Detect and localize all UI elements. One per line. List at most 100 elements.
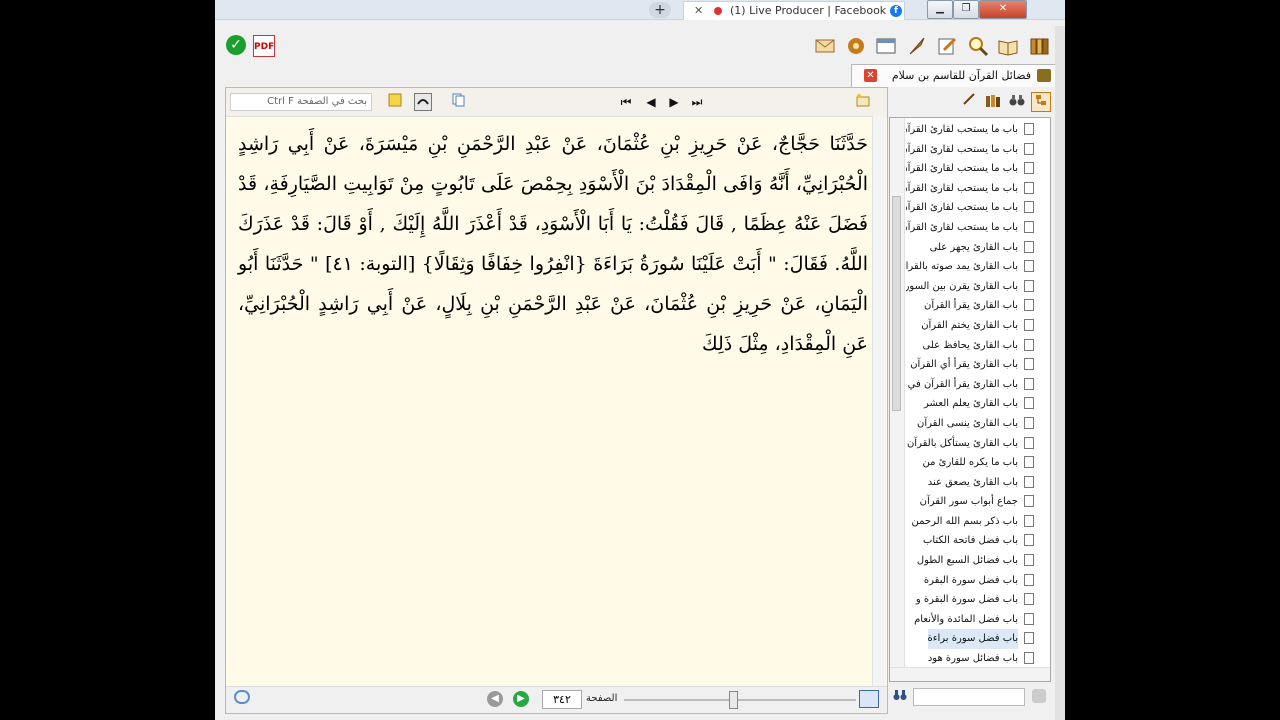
chapter-tree-item[interactable]: باب القارئ يقرأ أي القرآن bbox=[906, 355, 1036, 375]
document-icon bbox=[1024, 397, 1034, 410]
chapter-tree-item[interactable]: باب فضل سورة البقرة و bbox=[906, 590, 1036, 610]
quill-pen-icon[interactable] bbox=[905, 35, 929, 57]
edit-note-icon[interactable] bbox=[935, 35, 959, 57]
book-text: حَدَّثَنَا حَجَّاجٌ، عَنْ حَرِيزِ بْنِ ع… bbox=[238, 133, 868, 355]
chapter-tree-item[interactable]: باب فضائل السبع الطول bbox=[906, 551, 1036, 571]
first-page-icon[interactable]: ⏮ bbox=[618, 94, 634, 110]
chapter-label: باب ما يستحب لقارئ القرآن bbox=[906, 163, 1018, 175]
find-binoculars-icon[interactable] bbox=[891, 688, 909, 706]
document-icon bbox=[1024, 456, 1034, 469]
sidebar-search-input[interactable] bbox=[913, 688, 1025, 706]
tab-close-icon[interactable]: ✕ bbox=[694, 4, 703, 17]
chapter-tree-item[interactable]: باب ما يستحب لقارئ القرآن bbox=[906, 179, 1036, 199]
chapter-tree-item[interactable]: باب ما يستحب لقارئ القرآن bbox=[906, 159, 1036, 179]
book-tab[interactable]: ✕ فضائل القرآن للقاسم بن سلام bbox=[851, 64, 1058, 87]
chapter-tree: باب ما يستحب لقارئ القرآن باب ما يستحب لق… bbox=[889, 117, 1051, 682]
document-icon bbox=[1024, 593, 1034, 606]
chapter-tree-item[interactable]: جماع أبواب سور القرآن bbox=[906, 492, 1036, 512]
pen-icon[interactable] bbox=[959, 92, 979, 112]
chapter-tree-item[interactable]: باب القارئ ينسى القرآن bbox=[906, 414, 1036, 434]
chapter-tree-item[interactable]: باب القارئ يقرن بين السور bbox=[906, 277, 1036, 297]
reader-scrollbar[interactable] bbox=[872, 116, 886, 688]
window-layout-icon[interactable] bbox=[874, 35, 898, 57]
magnifier-icon[interactable] bbox=[966, 35, 990, 57]
chapter-tree-item[interactable]: باب فضائل سورة هود bbox=[906, 649, 1036, 669]
binoculars-icon[interactable] bbox=[1007, 92, 1027, 112]
page-back-icon[interactable]: ◀ bbox=[487, 691, 503, 707]
page-slider-thumb[interactable] bbox=[729, 691, 739, 709]
chapter-list: باب ما يستحب لقارئ القرآن باب ما يستحب لق… bbox=[906, 120, 1036, 669]
book-icon bbox=[1037, 69, 1051, 82]
copy-icon[interactable] bbox=[450, 93, 468, 111]
chapter-tree-item[interactable]: باب فضل سورة البقرة bbox=[906, 571, 1036, 591]
document-icon bbox=[1024, 240, 1034, 253]
clear-search-button[interactable] bbox=[1032, 689, 1046, 703]
chapter-label: باب القارئ يصعق عند bbox=[927, 476, 1018, 488]
new-tab-button[interactable]: + bbox=[649, 2, 671, 18]
settings-gear-icon[interactable] bbox=[844, 35, 868, 57]
chapter-tree-item[interactable]: باب القارئ يختم القرآن bbox=[906, 316, 1036, 336]
chapter-tree-item[interactable]: باب القارئ يعلم العشر bbox=[906, 394, 1036, 414]
comment-icon[interactable] bbox=[234, 690, 250, 704]
document-icon bbox=[1024, 220, 1034, 233]
chapter-tree-item[interactable]: باب القارئ يجهر على bbox=[906, 238, 1036, 258]
tree-view-icon[interactable] bbox=[1031, 92, 1051, 112]
view-mode-button[interactable] bbox=[859, 690, 879, 708]
tree-scrollbar-thumb[interactable] bbox=[892, 196, 901, 411]
highlight-note-icon[interactable] bbox=[386, 93, 404, 111]
chapter-tree-item[interactable]: باب القارئ يقرأ القرآن bbox=[906, 296, 1036, 316]
tree-horizontal-scrollbar[interactable] bbox=[890, 667, 1050, 681]
open-book-icon[interactable] bbox=[996, 35, 1020, 57]
document-icon bbox=[1024, 358, 1034, 371]
shelf-books-icon[interactable] bbox=[983, 92, 1003, 112]
pdf-export-icon[interactable]: PDF bbox=[253, 35, 275, 57]
browser-tab-title: (1) Live Producer | Facebook bbox=[730, 4, 887, 17]
chapter-label: باب القارئ يقرأ أي القرآن bbox=[910, 359, 1018, 371]
next-page-icon[interactable]: ▶ bbox=[666, 94, 682, 110]
chapter-tree-item[interactable]: باب ما يكره للقارئ من bbox=[906, 453, 1036, 473]
maximize-button[interactable]: ❐ bbox=[953, 0, 979, 19]
document-icon bbox=[1024, 201, 1034, 214]
mail-icon[interactable] bbox=[813, 35, 837, 57]
chapter-tree-item[interactable]: باب ما يستحب لقارئ القرآن من bbox=[906, 218, 1036, 238]
tree-scrollbar[interactable] bbox=[890, 118, 905, 681]
last-page-icon[interactable]: ⏭ bbox=[689, 94, 705, 110]
new-folder-icon[interactable] bbox=[854, 93, 872, 111]
browser-tab[interactable]: ✕ (1) Live Producer | Facebook f bbox=[683, 1, 905, 20]
chapter-tree-item[interactable]: باب القارئ يصعق عند bbox=[906, 473, 1036, 493]
book-tab-title: فضائل القرآن للقاسم بن سلام bbox=[891, 69, 1031, 82]
close-tab-icon[interactable]: ✕ bbox=[864, 69, 877, 82]
page-number-field[interactable]: ٣٤٢ bbox=[542, 690, 582, 709]
previous-page-icon[interactable]: ◀ bbox=[643, 94, 659, 110]
close-window-button[interactable]: ✕ bbox=[979, 0, 1027, 19]
document-icon bbox=[1024, 377, 1034, 390]
chapter-tree-item[interactable]: باب فضل سورة براءة bbox=[906, 629, 1036, 650]
chapter-tree-item[interactable]: باب القارئ يستأكل بالقرآن bbox=[906, 434, 1036, 454]
chapter-label: باب فضل فاتحة الكتاب bbox=[922, 535, 1018, 547]
application-window: + ✕ (1) Live Producer | Facebook f ▁ ❐ ✕… bbox=[215, 0, 1065, 720]
library-books-icon[interactable] bbox=[1027, 35, 1051, 57]
facebook-icon: f bbox=[890, 5, 902, 17]
chapter-tree-item[interactable]: باب القارئ يقرأ القرآن في bbox=[906, 375, 1036, 395]
chapter-tree-item[interactable]: باب القارئ يمد صوته بالقراءة bbox=[906, 257, 1036, 277]
page-slider[interactable] bbox=[624, 691, 856, 709]
page-forward-icon[interactable]: ▶ bbox=[513, 691, 529, 707]
main-toolbar: ✓ PDF bbox=[215, 26, 1065, 64]
check-icon[interactable]: ✓ bbox=[226, 35, 246, 55]
text-format-icon[interactable] bbox=[414, 93, 432, 111]
chapter-tree-item[interactable]: باب ما يستحب لقارئ القرآن bbox=[906, 198, 1036, 218]
chapter-tree-item[interactable]: باب ما يستحب لقارئ القرآن bbox=[906, 120, 1036, 140]
sidebar-toolbar bbox=[895, 90, 1055, 114]
chapter-tree-item[interactable]: باب القارئ يحافظ على bbox=[906, 336, 1036, 356]
chapter-tree-item[interactable]: باب ما يستحب لقارئ القرآن من bbox=[906, 140, 1036, 160]
chapter-label: باب فضل سورة براءة bbox=[927, 629, 1018, 650]
document-icon bbox=[1024, 632, 1034, 645]
page-search-input[interactable]: بحث في الصفحة Ctrl F bbox=[230, 93, 372, 111]
chapter-tree-item[interactable]: باب فضل فاتحة الكتاب bbox=[906, 531, 1036, 551]
chapter-tree-item[interactable]: باب فضل المائدة والأنعام bbox=[906, 610, 1036, 630]
browser-tab-strip: + ✕ (1) Live Producer | Facebook f ▁ ❐ ✕ bbox=[215, 0, 1065, 20]
minimize-button[interactable]: ▁ bbox=[927, 0, 953, 19]
page-label: الصفحة bbox=[586, 693, 618, 704]
chapter-label: باب فضائل سورة هود bbox=[927, 653, 1018, 665]
chapter-tree-item[interactable]: باب ذكر بسم الله الرحمن bbox=[906, 512, 1036, 532]
